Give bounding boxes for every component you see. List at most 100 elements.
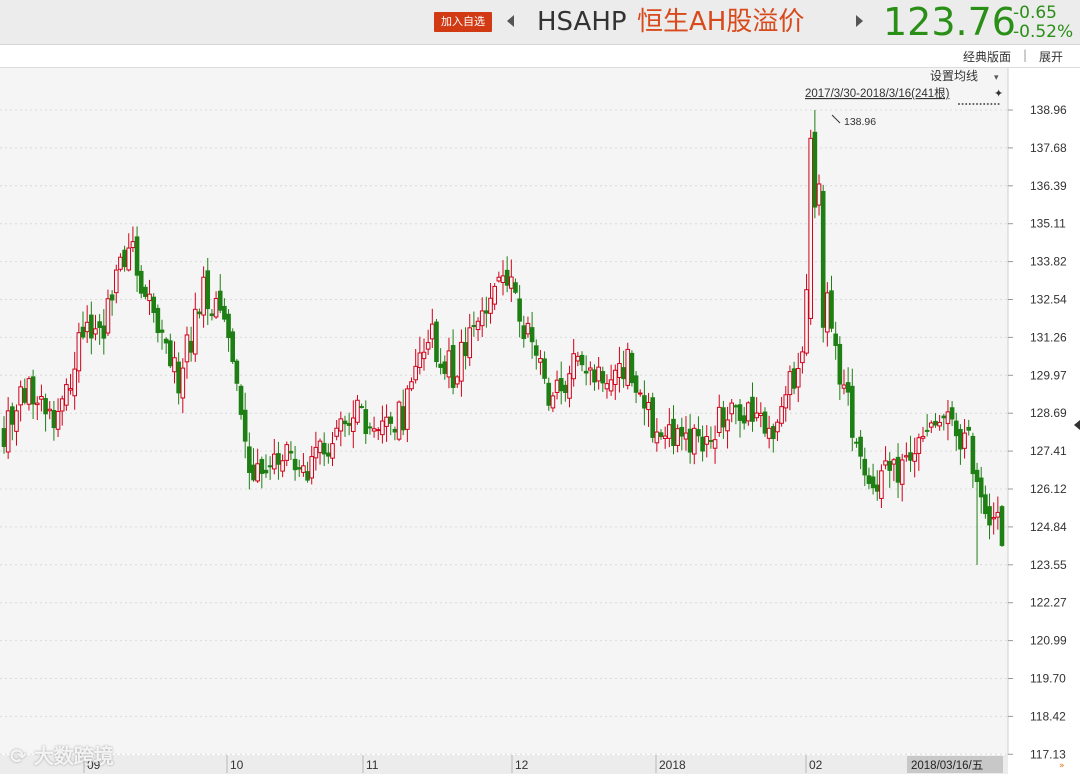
y-tick-label: 119.70: [1030, 672, 1066, 686]
candle-body: [118, 256, 123, 270]
candle-body: [163, 338, 169, 344]
candle-body: [384, 416, 389, 427]
candle-body: [417, 352, 423, 368]
candle-body: [463, 342, 468, 357]
x-tick-label: 2018: [659, 758, 686, 772]
candle-body: [845, 382, 851, 393]
candle-body: [708, 439, 714, 442]
candle-body: [147, 293, 152, 302]
candle-body: [962, 432, 967, 449]
candle-body: [850, 385, 855, 438]
candle-body: [309, 456, 315, 479]
candle-body: [271, 453, 277, 470]
candle-body: [51, 410, 57, 429]
date-range-label[interactable]: 2017/3/30-2018/3/16(241根): [805, 86, 950, 100]
candle-body: [716, 406, 722, 433]
candle-body: [729, 402, 735, 415]
y-tick-label: 135.11: [1030, 217, 1066, 231]
candle-body: [72, 368, 77, 397]
price-cursor-icon: [1074, 420, 1080, 430]
marker-dot: [986, 103, 989, 105]
candle-body: [475, 320, 481, 331]
candle-body: [263, 469, 269, 474]
candle-body: [255, 463, 260, 482]
marker-dot: [965, 103, 968, 105]
ma-settings-link[interactable]: 设置均线: [930, 69, 978, 83]
add-to-watchlist-button[interactable]: 加入自选: [434, 12, 492, 32]
candle-body: [904, 455, 909, 458]
candle-body: [966, 426, 972, 431]
candle-body: [280, 460, 285, 472]
candle-body: [504, 269, 510, 286]
date-cursor-label: 2018/03/16/五: [911, 760, 983, 772]
marker-dot: [983, 103, 986, 105]
candle-body: [970, 435, 976, 475]
candle-body: [326, 452, 331, 457]
marker-dot: [994, 103, 996, 105]
candle-body: [741, 415, 747, 424]
candle-body: [650, 397, 656, 438]
candle-body: [679, 426, 685, 437]
candle-body: [625, 348, 631, 386]
candle-body: [500, 275, 506, 283]
candle-body: [721, 407, 726, 428]
candle-body: [409, 381, 414, 390]
candle-body: [438, 363, 443, 368]
candle-body: [866, 475, 872, 484]
ma-settings-dropdown-icon[interactable]: ▾: [994, 73, 999, 83]
candle-body: [816, 183, 822, 206]
candle-body: [230, 331, 236, 362]
candle-body: [446, 350, 452, 378]
marker-dot: [997, 103, 1000, 105]
candle-body: [276, 453, 281, 465]
candle-body: [933, 420, 938, 426]
candle-body: [600, 371, 606, 384]
toolbar-separator: |: [1023, 48, 1028, 62]
candle-body: [151, 296, 156, 313]
candle-body: [292, 458, 298, 471]
candle-body: [704, 436, 710, 445]
candle-body: [804, 289, 809, 354]
candle-body: [217, 290, 223, 311]
candle-body: [97, 321, 102, 329]
candle-body: [454, 376, 460, 385]
candle-body: [259, 459, 265, 474]
candlestick-chart: 138.96 137.68 136.39 135.11 133.82 132.54 131.…: [0, 68, 1080, 774]
candle-body: [596, 366, 601, 382]
candle-body: [396, 401, 402, 440]
candle-body: [696, 429, 701, 437]
candle-body: [517, 298, 522, 322]
expand-link[interactable]: 展开: [1039, 48, 1063, 65]
candle-body: [571, 353, 576, 380]
candle-body: [924, 429, 930, 432]
pin-icon[interactable]: ✦: [994, 87, 1003, 100]
candle-body: [84, 321, 90, 333]
candle-body: [338, 418, 344, 432]
candle-body: [879, 470, 884, 499]
candle-body: [351, 417, 356, 432]
candle-body: [284, 444, 290, 461]
candle-body: [533, 345, 539, 356]
scroll-right-icon[interactable]: »: [1059, 761, 1065, 771]
candle-body: [126, 247, 132, 271]
candle-body: [529, 327, 535, 343]
candle-body: [854, 441, 859, 444]
candle-body: [134, 236, 140, 276]
marker-dot: [958, 103, 960, 105]
symbol-code: HSAHP: [537, 7, 627, 37]
candle-body: [829, 290, 834, 329]
candle-body: [359, 406, 364, 409]
candle-body: [700, 436, 705, 452]
candle-body: [176, 361, 181, 394]
candle-body: [330, 443, 335, 459]
classic-layout-link[interactable]: 经典版面: [963, 48, 1011, 65]
candle-body: [334, 427, 339, 437]
watermark-text: 大数跨境: [33, 744, 114, 768]
candle-body: [567, 373, 572, 399]
candle-body: [168, 340, 173, 367]
next-symbol-icon[interactable]: [856, 15, 863, 27]
candle-body: [999, 506, 1005, 546]
candle-body: [691, 427, 697, 455]
candle-body: [978, 477, 984, 498]
previous-symbol-icon[interactable]: [507, 15, 514, 27]
